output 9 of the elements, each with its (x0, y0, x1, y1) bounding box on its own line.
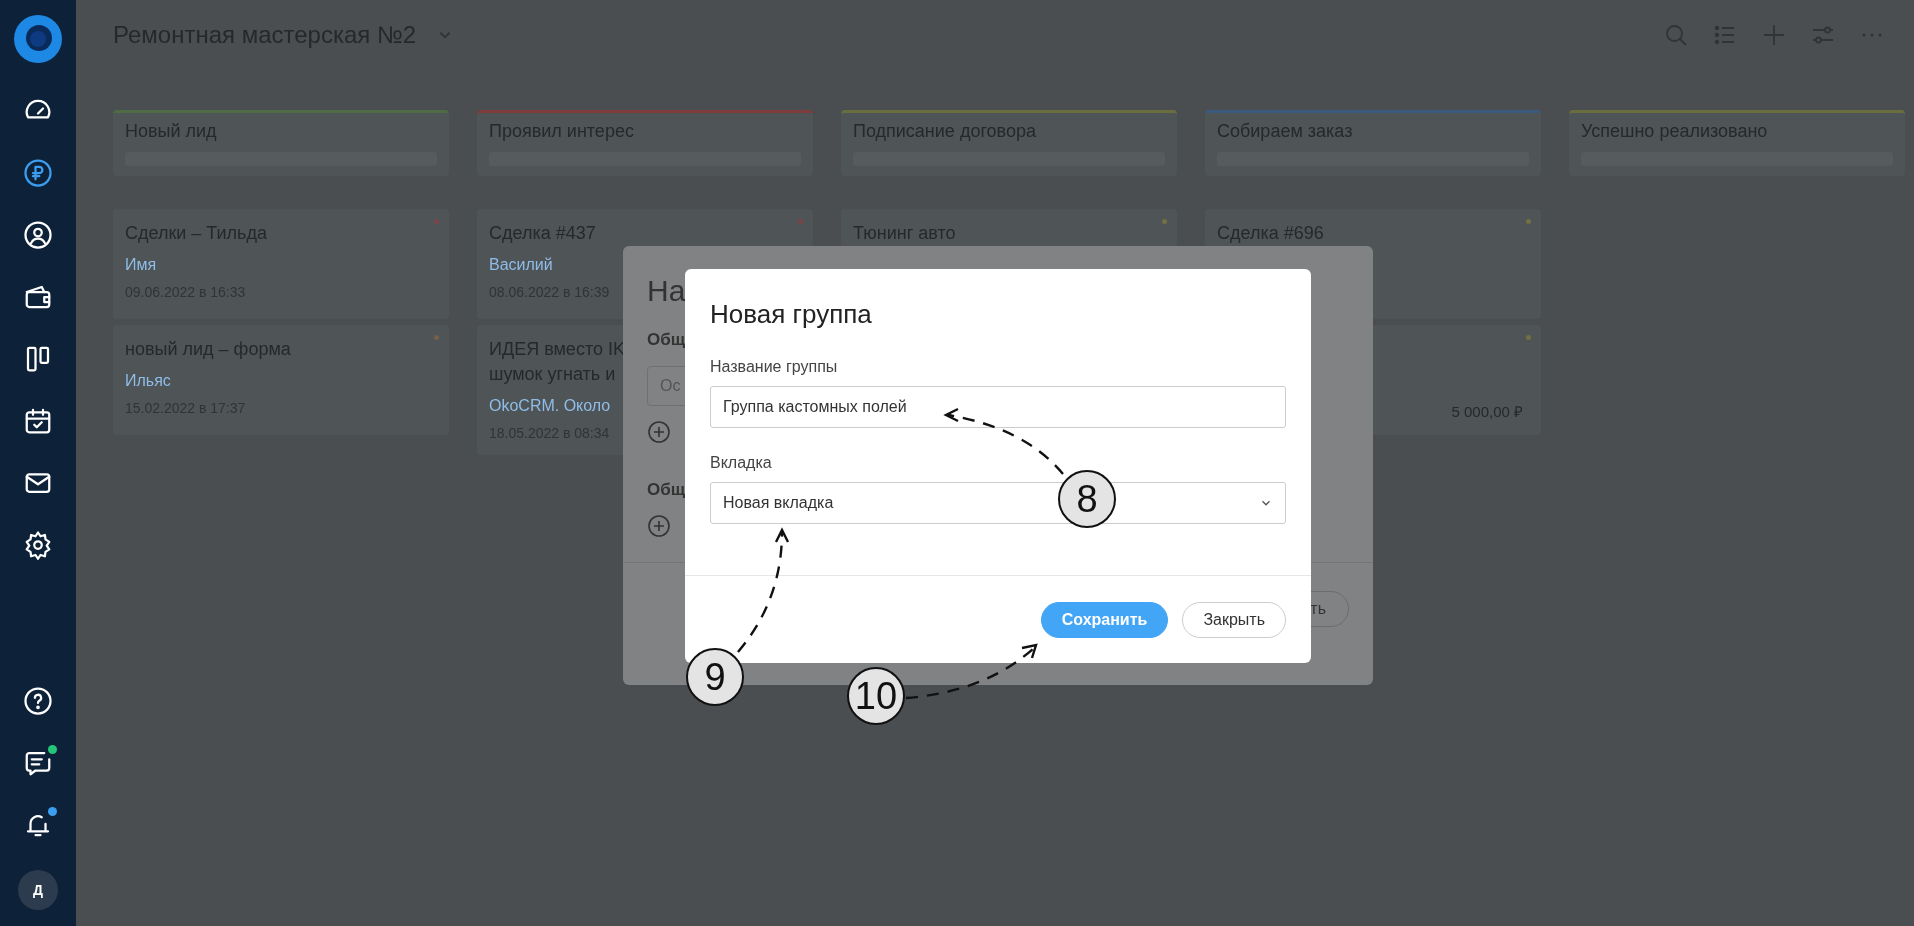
section-label: Общ (647, 330, 686, 350)
section-label: Общ (647, 480, 686, 500)
field-label: Название группы (710, 358, 839, 376)
step-number-callout: 8 (1058, 470, 1116, 528)
step-number-callout: 9 (686, 648, 744, 706)
dialog-title: На (647, 274, 686, 308)
dialog-title: Новая группа (710, 299, 873, 330)
field-label: Вкладка (710, 454, 773, 472)
step-number-callout: 10 (847, 667, 905, 725)
